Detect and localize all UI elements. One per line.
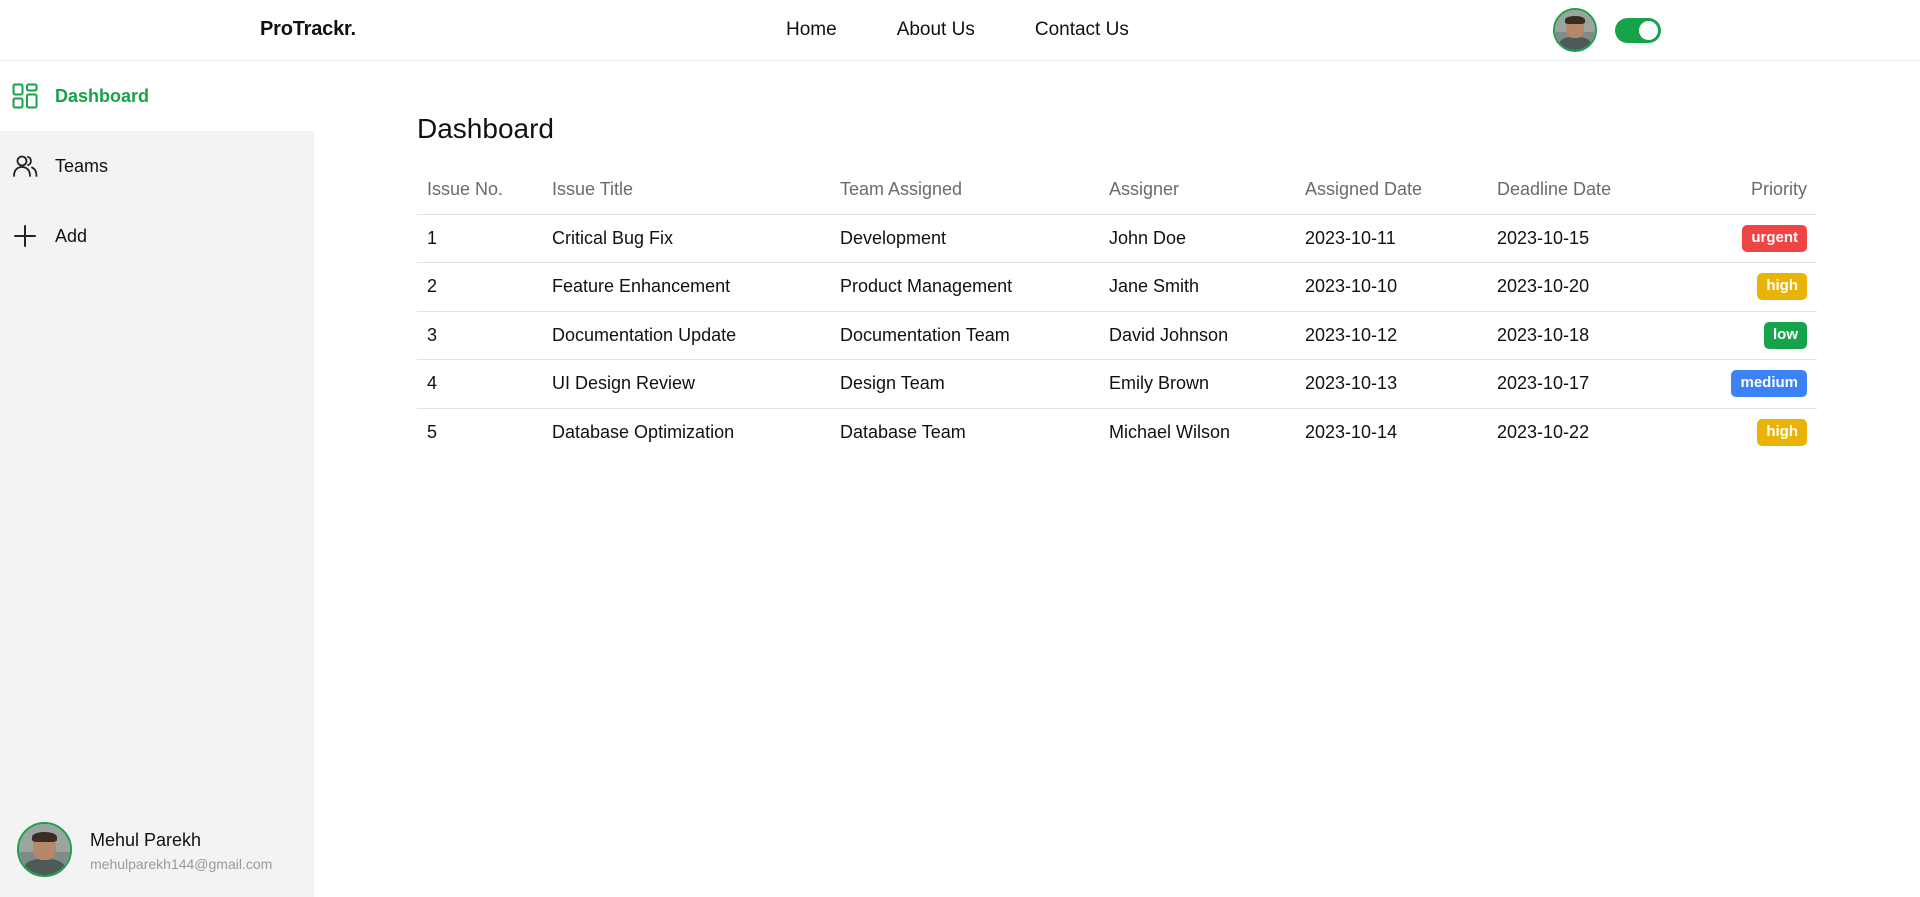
cell-issue-title: Database Optimization: [552, 422, 735, 442]
column-header-assigned-date: Assigned Date: [1295, 166, 1487, 215]
nav-link-home[interactable]: Home: [786, 19, 837, 41]
cell-issue-title: Documentation Update: [542, 311, 830, 360]
priority-badge: urgent: [1742, 224, 1807, 252]
cell-team-assigned: Product Management: [830, 262, 1099, 312]
cell-assigned-date: 2023-10-14: [1305, 422, 1398, 442]
column-header-assigner: Assigner: [1099, 166, 1295, 215]
cell-assigned-date: 2023-10-10: [1295, 262, 1487, 312]
cell-issue-title: Critical Bug Fix: [542, 214, 830, 263]
table-row[interactable]: 2 Feature Enhancement Product Management…: [417, 262, 1817, 312]
page-title: Dashboard: [417, 113, 554, 144]
avatar-photo: [1555, 10, 1595, 50]
users-icon: [13, 155, 38, 177]
table-header-row: Issue No. Issue Title Team Assigned Assi…: [417, 166, 1817, 215]
cell-assigner: Emily Brown: [1099, 359, 1295, 409]
user-name: Mehul Parekh: [90, 830, 202, 850]
sidebar-user-card[interactable]: Mehul Parekh mehulparekh144@gmail.com: [17, 822, 307, 878]
table-row[interactable]: 4 UI Design Review Design Team Emily Bro…: [417, 359, 1817, 409]
column-header-issue-title: Issue Title: [542, 166, 830, 215]
avatar-photo: [19, 824, 70, 875]
cell-issue-title: Feature Enhancement: [542, 262, 830, 312]
table-row[interactable]: 1 Critical Bug Fix Development John Doe …: [417, 214, 1817, 263]
cell-team-assigned: Development: [830, 214, 1099, 263]
cell-assigner: David Johnson: [1099, 311, 1295, 360]
cell-assigner: Jane Smith: [1099, 262, 1295, 312]
theme-toggle[interactable]: [1615, 18, 1661, 43]
cell-assigned-date: 2023-10-13: [1295, 359, 1487, 409]
cell-team-assigned: Design Team: [830, 359, 1099, 409]
table-row[interactable]: 5 Database Optimization Database Team Mi…: [417, 408, 1817, 457]
issues-table: Issue No. Issue Title Team Assigned Assi…: [417, 166, 1817, 457]
cell-issue-no: 3: [417, 311, 542, 360]
priority-badge: medium: [1731, 370, 1807, 398]
nav-link-contact-us[interactable]: Contact Us: [1035, 19, 1129, 41]
column-header-priority: Priority: [1667, 166, 1817, 215]
sidebar-item-dashboard[interactable]: Dashboard: [0, 61, 314, 131]
table-row[interactable]: 3 Documentation Update Documentation Tea…: [417, 311, 1817, 360]
cell-assigned-date: 2023-10-11: [1295, 214, 1487, 263]
cell-deadline-date: 2023-10-18: [1487, 311, 1667, 360]
cell-issue-no: 1: [417, 214, 542, 263]
cell-assigner: Michael Wilson: [1109, 422, 1231, 442]
sidebar: Dashboard Teams Add Mehul Parekh mehulpa…: [0, 61, 314, 897]
dashboard-grid-icon: [12, 83, 38, 109]
cell-issue-no: 4: [417, 359, 542, 409]
priority-badge: high: [1757, 419, 1807, 446]
cell-team-assigned: Database Team: [840, 422, 966, 442]
cell-deadline-date: 2023-10-15: [1487, 214, 1667, 263]
avatar: [17, 822, 72, 877]
cell-assigner: John Doe: [1099, 214, 1295, 263]
sidebar-item-teams[interactable]: Teams: [0, 131, 314, 201]
column-header-deadline-date: Deadline Date: [1487, 166, 1667, 215]
column-header-team-assigned: Team Assigned: [830, 166, 1099, 215]
cell-issue-no: 2: [417, 262, 542, 312]
top-navbar: ProTrackr. Home About Us Contact Us: [0, 0, 1920, 61]
plus-icon: [14, 225, 36, 247]
toggle-knob: [1639, 21, 1658, 40]
cell-issue-title: UI Design Review: [542, 359, 830, 409]
sidebar-item-label: Add: [55, 225, 88, 246]
main-nav: Home About Us Contact Us: [786, 19, 1129, 41]
priority-badge: high: [1757, 273, 1807, 301]
cell-deadline-date: 2023-10-22: [1497, 422, 1590, 442]
cell-deadline-date: 2023-10-17: [1487, 359, 1667, 409]
cell-assigned-date: 2023-10-12: [1295, 311, 1487, 360]
cell-team-assigned: Documentation Team: [830, 311, 1099, 360]
nav-link-about-us[interactable]: About Us: [897, 19, 975, 41]
cell-deadline-date: 2023-10-20: [1487, 262, 1667, 312]
priority-badge: low: [1764, 321, 1807, 349]
user-email: mehulparekh144@gmail.com: [90, 856, 273, 872]
cell-issue-no: 5: [427, 422, 438, 442]
sidebar-item-label: Teams: [55, 155, 109, 176]
brand-logo[interactable]: ProTrackr.: [260, 18, 356, 41]
navbar-user-avatar[interactable]: [1553, 8, 1597, 52]
column-header-issue-no: Issue No.: [417, 166, 542, 215]
sidebar-item-label: Dashboard: [55, 85, 150, 106]
sidebar-item-add[interactable]: Add: [0, 201, 314, 271]
